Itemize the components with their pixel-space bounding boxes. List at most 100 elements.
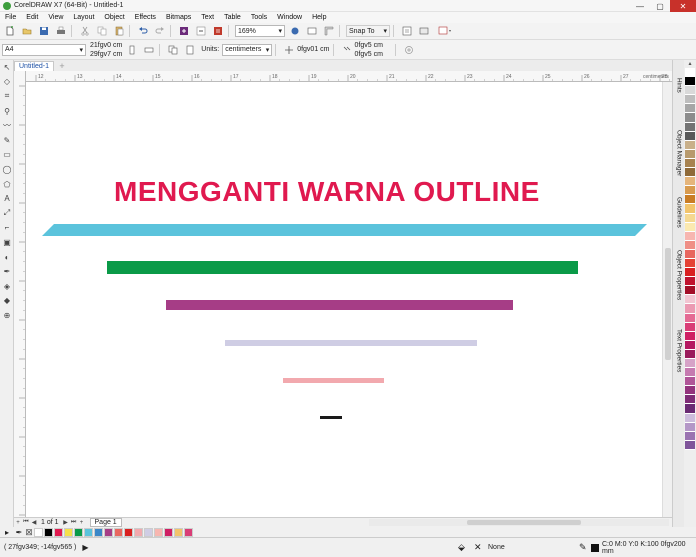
color-swatch[interactable] [685,122,695,132]
color-swatch[interactable] [685,222,695,232]
vertical-ruler[interactable] [14,71,26,517]
horizontal-ruler[interactable]: 12 13 14 15 16 17 18 19 20 21 22 23 24 25 26 27 28 centim… [26,71,672,82]
color-swatch[interactable] [685,440,695,450]
color-swatch[interactable] [685,195,695,205]
publish-pdf-icon[interactable] [211,24,225,38]
import-icon[interactable] [177,24,191,38]
menu-view[interactable]: View [43,14,68,21]
color-swatch[interactable] [685,340,695,350]
document-palette-swatch[interactable] [84,527,93,537]
new-document-icon[interactable] [3,24,17,38]
vertical-scrollbar[interactable] [662,82,672,517]
copy-icon[interactable] [95,24,109,38]
add-page-after-icon[interactable]: + [78,519,86,527]
palette-menu-icon[interactable]: ▸ [0,528,14,537]
color-swatch[interactable] [685,77,695,87]
menu-bitmaps[interactable]: Bitmaps [161,14,196,21]
document-palette-swatch[interactable] [114,527,123,537]
drawing-canvas[interactable] [26,82,662,517]
color-swatch[interactable] [685,313,695,323]
color-swatch[interactable] [685,386,695,396]
expand-status-icon[interactable]: ▶ [82,543,88,552]
duplicate-y-field[interactable]: 0fgv5 cm [355,50,383,59]
color-swatch[interactable] [685,204,695,214]
color-swatch[interactable] [685,240,695,250]
color-swatch[interactable] [685,286,695,296]
color-swatch[interactable] [685,431,695,441]
outline-status[interactable]: C:0 M:0 Y:0 K:100 0fgv200 mm [602,541,696,555]
full-screen-preview-icon[interactable] [305,24,319,38]
color-swatch[interactable] [685,158,695,169]
drop-shadow-icon[interactable]: ▣ [0,235,14,250]
page-height-field[interactable]: 29fgv7 cm [90,50,122,59]
menu-tools[interactable]: Tools [246,14,272,21]
color-swatch[interactable] [685,113,695,123]
document-palette-swatch[interactable] [44,527,53,537]
document-palette-swatch[interactable] [174,527,183,537]
menu-layout[interactable]: Layout [68,14,99,21]
color-swatch[interactable] [685,95,695,105]
cut-icon[interactable] [78,24,92,38]
print-icon[interactable] [54,24,68,38]
show-rulers-icon[interactable] [322,24,336,38]
application-launcher-icon[interactable] [417,24,431,38]
zoom-level-dropdown[interactable]: 169% ▾ [235,25,285,37]
connector-tool-icon[interactable]: ⌐ [0,221,14,236]
quick-customize-icon[interactable] [402,43,416,57]
color-swatch[interactable] [685,258,695,269]
crop-tool-icon[interactable]: ⌗ [0,89,14,104]
color-swatch[interactable] [685,213,695,223]
color-swatch[interactable] [685,395,695,405]
document-palette-swatch[interactable] [144,527,153,537]
current-page-icon[interactable] [183,43,197,57]
previous-page-icon[interactable]: ◀ [30,519,38,527]
color-swatch[interactable] [685,149,695,159]
eyedropper-icon[interactable]: ✒ [14,528,24,537]
color-eyedropper-icon[interactable]: ✒ [0,264,14,279]
new-tab-icon[interactable]: + [57,61,67,71]
first-page-icon[interactable]: ⏮ [22,519,30,527]
add-page-before-icon[interactable]: + [14,519,22,527]
document-palette-swatch[interactable] [54,527,63,537]
color-swatch[interactable] [685,322,695,332]
color-swatch[interactable] [685,359,695,369]
minimize-button[interactable]: — [630,0,650,12]
close-button[interactable]: ✕ [670,0,696,12]
color-swatch[interactable] [685,277,695,287]
color-swatch[interactable] [685,422,695,432]
tab-untitled-1[interactable]: Untitled-1 [14,61,54,71]
menu-table[interactable]: Table [219,14,246,21]
no-color-swatch-icon[interactable]: ⊠ [24,527,34,538]
freehand-tool-icon[interactable]: 〰 [0,118,14,133]
paste-icon[interactable] [112,24,126,38]
fill-status[interactable]: None [488,544,505,551]
headline-text[interactable]: MENGGANTI WARNA OUTLINE [114,176,540,208]
add-tool-icon[interactable]: ⊕ [0,308,14,323]
document-palette-swatch[interactable] [94,527,103,537]
document-palette-swatch[interactable] [134,527,143,537]
color-swatch[interactable] [685,377,695,387]
zoom-fit-icon[interactable] [288,24,302,38]
parallel-dimension-icon[interactable]: ⤢ [0,206,14,221]
color-swatch[interactable] [685,231,695,241]
palette-scroll-up-icon[interactable]: ▴ [684,60,696,68]
last-page-icon[interactable]: ⏭ [70,519,78,527]
open-folder-icon[interactable] [20,24,34,38]
color-swatch[interactable] [685,86,695,96]
document-palette-swatch[interactable] [184,527,193,537]
redo-icon[interactable] [153,24,167,38]
color-swatch[interactable] [685,404,695,414]
document-palette-swatch[interactable] [154,527,163,537]
horizontal-scrollbar[interactable] [369,519,669,526]
page-size-dropdown[interactable]: A4 ▾ [2,43,86,56]
save-icon[interactable] [37,24,51,38]
document-palette-swatch[interactable] [64,527,73,537]
zoom-tool-icon[interactable]: ⚲ [0,104,14,119]
color-swatch[interactable] [685,131,695,141]
color-swatch[interactable] [685,68,695,78]
color-swatch[interactable] [685,186,695,196]
welcome-screen-icon[interactable] [434,24,456,38]
polygon-tool-icon[interactable]: ⬠ [0,177,14,192]
color-swatch[interactable] [685,104,695,114]
landscape-icon[interactable] [142,43,156,57]
